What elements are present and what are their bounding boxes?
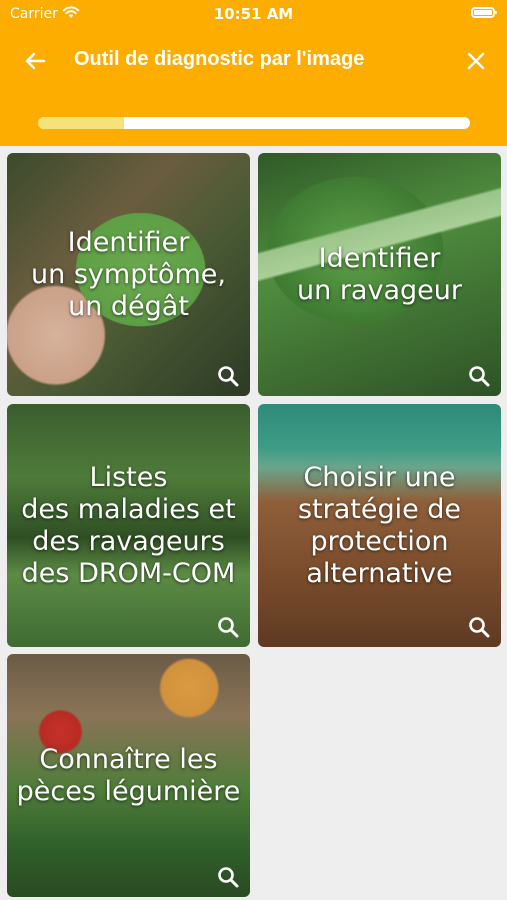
status-time: 10:51 AM <box>213 5 294 23</box>
search-icon <box>218 366 239 387</box>
status-bar: Carrier 10:51 AM <box>0 0 507 30</box>
tile-label: Identifier un symptôme, un dégât <box>31 226 226 322</box>
tile-disease-lists[interactable]: Listes des maladies et des ravageurs des… <box>7 404 250 647</box>
page-title: Outil de diagnostic par l'image <box>74 48 365 70</box>
search-icon <box>218 617 239 638</box>
navigation-bar: Outil de diagnostic par l'image <box>0 40 507 80</box>
back-arrow-icon[interactable] <box>20 46 50 76</box>
progress-bar <box>38 117 470 129</box>
tile-label: Identifier un ravageur <box>297 242 462 306</box>
search-icon <box>469 366 490 387</box>
close-icon[interactable] <box>461 46 491 76</box>
tile-identify-symptom[interactable]: Identifier un symptôme, un dégât <box>7 153 250 396</box>
tile-label: Choisir une stratégie de protection alte… <box>297 461 462 589</box>
tile-vegetable-species[interactable]: Connaître les pèces légumière <box>7 654 250 897</box>
tile-alternative-strategy[interactable]: Choisir une stratégie de protection alte… <box>258 404 501 647</box>
tile-label: Connaître les pèces légumière <box>16 743 241 807</box>
search-icon <box>469 617 490 638</box>
search-icon <box>218 867 239 888</box>
tile-label: Listes des maladies et des ravageurs des… <box>21 461 236 589</box>
tile-identify-pest[interactable]: Identifier un ravageur <box>258 153 501 396</box>
battery-icon <box>471 7 497 18</box>
app-header: Carrier 10:51 AM Outil de diagnostic par… <box>0 0 507 146</box>
progress-fill <box>38 117 125 129</box>
